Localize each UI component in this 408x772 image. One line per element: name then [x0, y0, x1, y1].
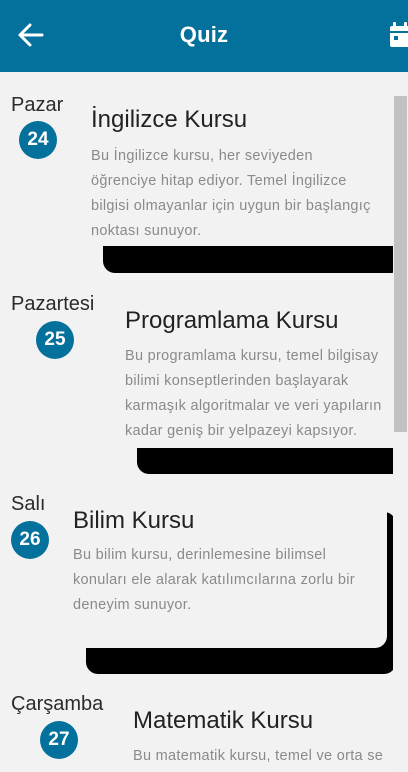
course-list[interactable]: Pazar 24 İngilizce Kursu Bu İngilizce ku…: [0, 72, 408, 772]
course-title: İngilizce Kursu: [91, 106, 248, 133]
course-description: Bu bilim kursu, derinlemesine bilimsel k…: [73, 547, 355, 613]
day-label: Pazartesi: [11, 293, 95, 315]
calendar-icon[interactable]: [389, 22, 408, 48]
app-bar: Quiz: [0, 0, 408, 72]
course-description: Bu matematik kursu, temel ve orta se: [133, 748, 384, 764]
date-badge: 26: [11, 521, 49, 559]
day-label: Salı: [11, 493, 46, 515]
course-description: Bu İngilizce kursu, her seviyeden öğrenc…: [91, 148, 371, 239]
date-badge: 27: [40, 721, 78, 759]
date-badge: 24: [19, 121, 57, 159]
course-description: Bu programlama kursu, temel bilgisay bil…: [125, 348, 382, 439]
day-label: Pazar: [11, 94, 64, 116]
date-badge: 25: [36, 321, 74, 359]
course-title: Matematik Kursu: [133, 707, 314, 734]
page-title: Quiz: [179, 22, 229, 47]
day-label: Çarşamba: [11, 693, 104, 715]
course-title: Programlama Kursu: [125, 307, 339, 334]
course-title: Bilim Kursu: [73, 507, 195, 534]
scrollbar-thumb[interactable]: [394, 96, 407, 432]
